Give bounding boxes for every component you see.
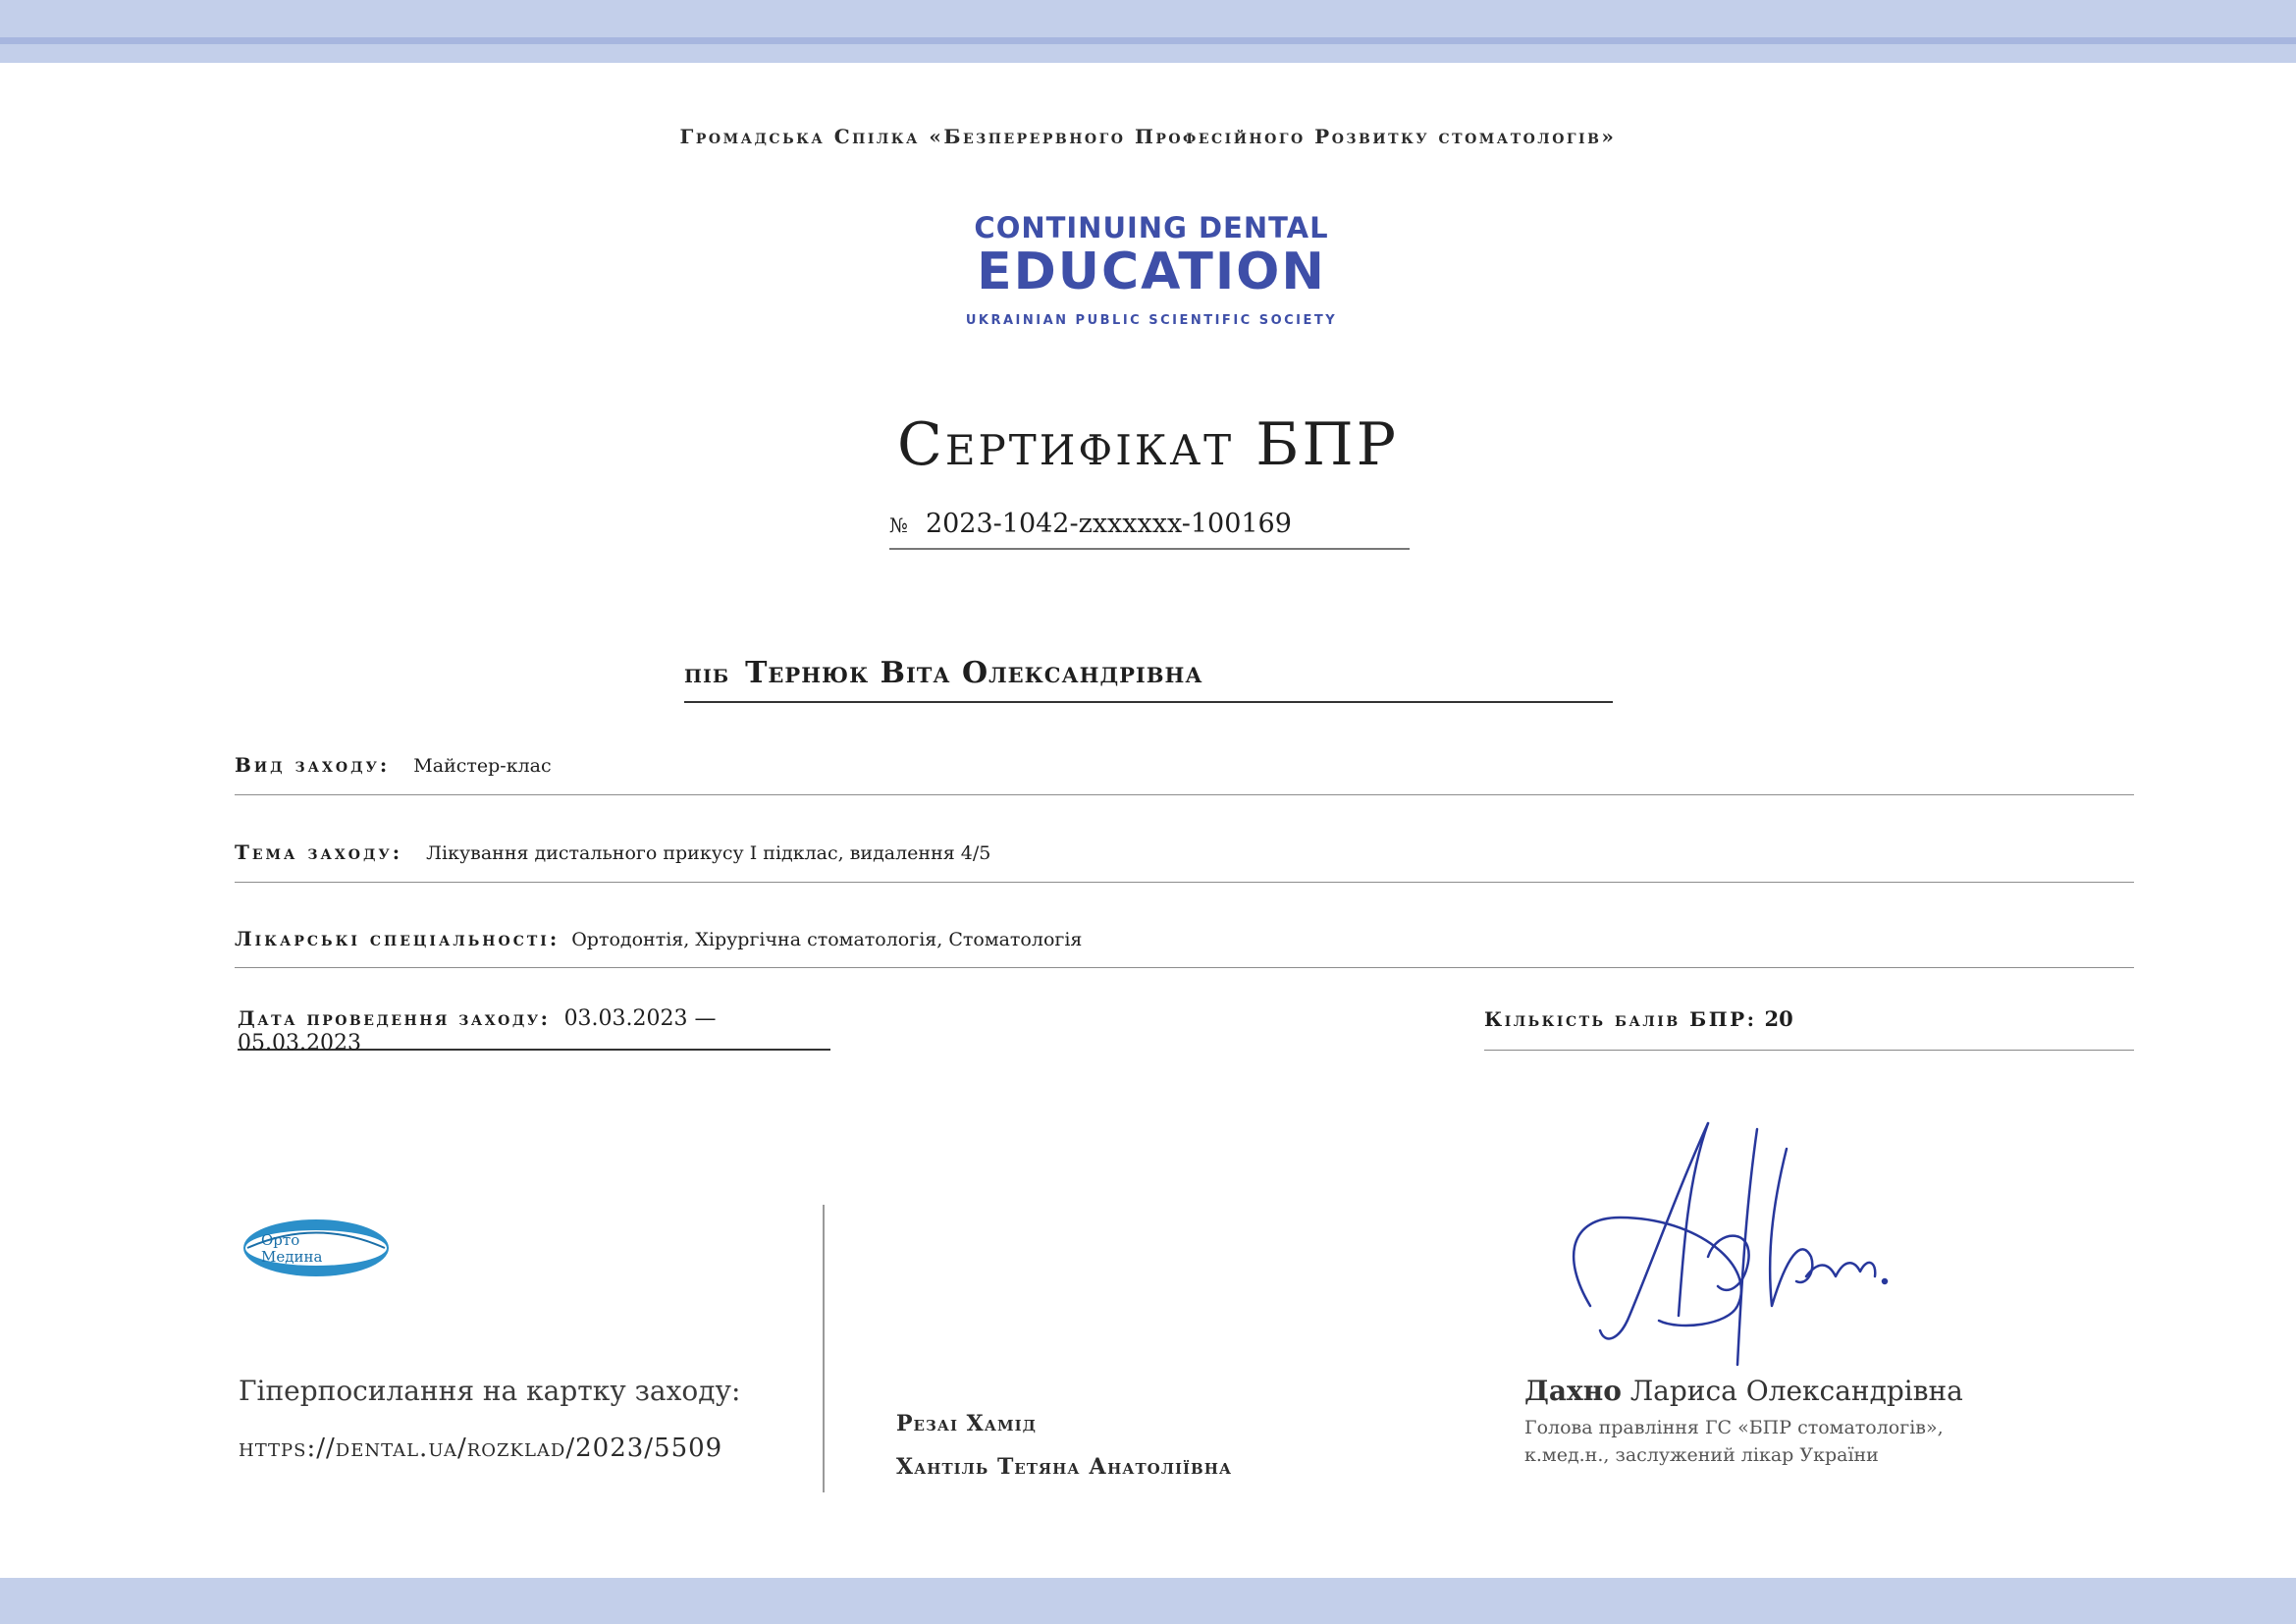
- event-date-label: Дата проведення заходу:: [238, 1006, 551, 1030]
- specialties-row: Лікарські спеціальності: Ортодонтія, Хіру…: [235, 927, 2134, 968]
- head-position: Голова правління ГС «БПР стоматологів», …: [1524, 1414, 1944, 1469]
- authors-list: Резаі Хамід Хантіль Тетяна Анатоліївна: [896, 1402, 1232, 1489]
- event-topic-value: Лікування дистального прикусу I підклас,…: [426, 842, 991, 864]
- event-date-row: Дата проведення заходу: 03.03.2023 — 05.0…: [238, 1006, 830, 1056]
- points-value: 20: [1764, 1006, 1793, 1031]
- link-label: Гіперпосилання на картку заходу:: [239, 1375, 741, 1407]
- certificate-title: Сертифікат БПР: [896, 410, 1400, 479]
- head-name: Дахно Лариса Олександрівна: [1524, 1375, 1963, 1407]
- recipient-name: Тернюк Віта Олександрівна: [745, 656, 1203, 690]
- points-label: Кількість балів БПР:: [1484, 1007, 1757, 1031]
- event-topic-label: Тема заходу:: [235, 840, 403, 864]
- partner-logo-line1: Орто: [261, 1231, 299, 1249]
- certificate-number-row: № 2023-1042-zxxxxxx-100169: [889, 509, 1410, 550]
- head-position-line1: Голова правління ГС «БПР стоматологів»,: [1524, 1417, 1944, 1438]
- recipient-label: ПІБ: [684, 666, 730, 687]
- author-name: Хантіль Тетяна Анатоліївна: [896, 1454, 1233, 1480]
- cde-logo: CONTINUING DENTAL EDUCATION UKRAINIAN PU…: [950, 211, 1353, 328]
- top-band: [0, 0, 2296, 63]
- head-given-names: Лариса Олександрівна: [1629, 1375, 1963, 1407]
- logo-line3: UKRAINIAN PUBLIC SCIENTIFIC SOCIETY: [965, 313, 1338, 328]
- specialties-label: Лікарські спеціальності:: [235, 927, 561, 950]
- ortomedina-logo: Орто Медина: [243, 1219, 389, 1276]
- bottom-band: [0, 1578, 2296, 1624]
- organization-name: Громадська Спілка «Безперервного Професі…: [679, 125, 1617, 148]
- points-row: Кількість балів БПР: 20: [1484, 1006, 2134, 1051]
- certificate-number: 2023-1042-zxxxxxx-100169: [925, 509, 1292, 539]
- event-type-label: Вид заходу:: [235, 753, 391, 777]
- head-position-line2: к.мед.н., заслужений лікар України: [1524, 1444, 1879, 1466]
- event-link[interactable]: https://dental.ua/rozklad/2023/5509: [239, 1434, 722, 1463]
- signature-image: [1572, 1121, 1889, 1367]
- event-type-value: Майстер-клас: [413, 755, 552, 777]
- column-divider: [823, 1205, 825, 1492]
- author-name: Резаі Хамід: [896, 1411, 1037, 1436]
- specialties-value: Ортодонтія, Хірургічна стоматологія, Сто…: [571, 929, 1083, 950]
- partner-logo-line2: Медина: [261, 1248, 322, 1266]
- recipient-row: ПІБ Тернюк Віта Олександрівна: [684, 656, 1613, 703]
- number-sign: №: [889, 514, 908, 537]
- event-type-row: Вид заходу: Майстер-клас: [235, 753, 2134, 795]
- head-surname: Дахно: [1524, 1375, 1622, 1407]
- logo-line1: CONTINUING DENTAL: [974, 211, 1329, 244]
- top-band-line: [0, 37, 2296, 44]
- logo-line2: EDUCATION: [977, 243, 1326, 301]
- event-topic-row: Тема заходу: Лікування дистального прикус…: [235, 840, 2134, 883]
